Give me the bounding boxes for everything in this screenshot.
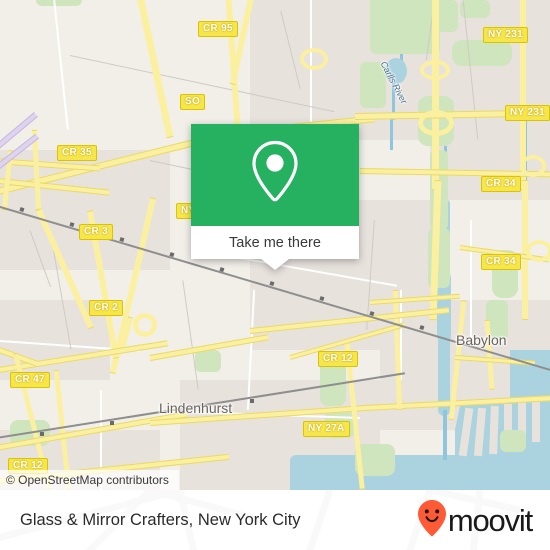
footer-bar: Glass & Mirror Crafters, New York City m… xyxy=(0,490,550,550)
road-shield: CR 47 xyxy=(10,372,50,388)
road-shield: CR 95 xyxy=(198,21,238,37)
road-shield: CR 12 xyxy=(318,351,358,367)
railway-tick xyxy=(169,252,175,258)
map-canvas[interactable]: CR 95 SO NY 231 NY 231 CR 35 CR 34 NY CR 3 CR 34… xyxy=(0,0,550,490)
road-shield: CR 3 xyxy=(79,224,113,240)
minor-road xyxy=(53,0,69,130)
place-label: Babylon xyxy=(456,332,507,348)
park-area xyxy=(500,430,526,452)
road-shield: CR 34 xyxy=(481,176,521,192)
moovit-smiley-pin-icon xyxy=(417,499,447,542)
moovit-logo[interactable]: moovit xyxy=(417,499,533,542)
popup-tail xyxy=(261,259,289,270)
place-label: Lindenhurst xyxy=(159,400,233,416)
park-area xyxy=(452,40,512,66)
road-shield: NY 27A xyxy=(303,421,350,437)
road-shield: CR 34 xyxy=(481,254,521,270)
road-shield: CR 35 xyxy=(57,145,97,161)
road-ny231 xyxy=(432,0,439,190)
take-me-there-label: Take me there xyxy=(229,234,321,251)
marina-finger xyxy=(489,405,499,455)
moovit-map-card: CR 95 SO NY 231 NY 231 CR 35 CR 34 NY CR 3 CR 34… xyxy=(0,0,550,550)
interchange-loop xyxy=(420,60,450,80)
take-me-there-button[interactable]: Take me there xyxy=(191,226,359,259)
track-path xyxy=(182,280,199,390)
railway-tick xyxy=(40,432,44,436)
marina-finger xyxy=(532,400,540,442)
railway-tick xyxy=(110,421,114,425)
river-segment xyxy=(443,410,447,460)
osm-attribution[interactable]: © OpenStreetMap contributors xyxy=(0,470,179,490)
river-segment xyxy=(390,118,393,150)
map-pin-icon xyxy=(248,139,302,212)
park-area xyxy=(36,0,82,6)
road-shield: CR 2 xyxy=(89,300,123,316)
railway-tick xyxy=(250,399,254,403)
interchange-loop xyxy=(520,155,546,177)
park-area xyxy=(195,350,221,372)
interchange-loop xyxy=(418,110,454,136)
popup-header xyxy=(191,124,359,226)
moovit-wordmark: moovit xyxy=(447,502,533,538)
interchange-loop xyxy=(526,240,550,262)
interchange-loop xyxy=(300,48,328,70)
roundabout xyxy=(133,313,157,337)
minor-road xyxy=(470,220,472,340)
road-shield: NY 231 xyxy=(505,105,550,121)
location-popup[interactable]: Take me there xyxy=(191,124,359,270)
road-shield: NY 231 xyxy=(483,27,528,43)
road-shield: SO xyxy=(180,94,206,110)
place-title: Glass & Mirror Crafters, New York City xyxy=(20,510,301,529)
